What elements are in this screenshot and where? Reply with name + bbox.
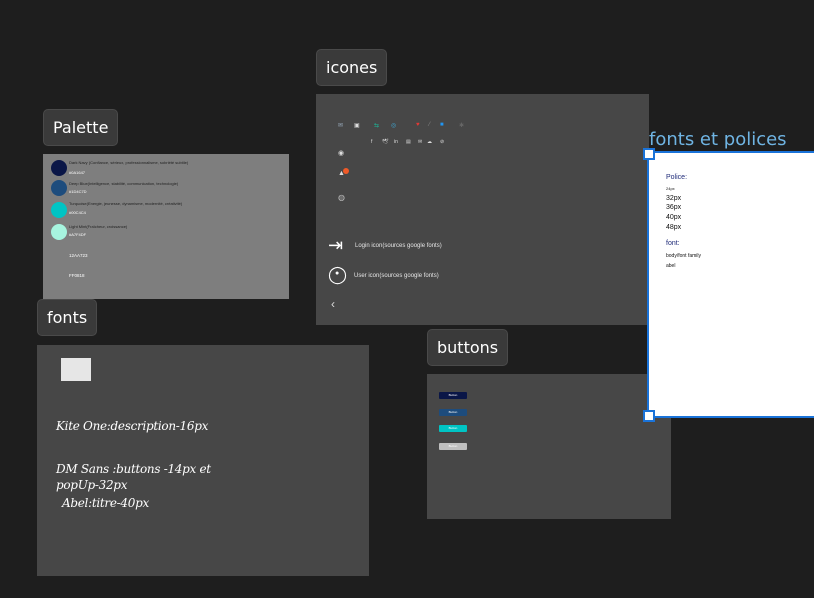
image-icon[interactable]: ▤ [406, 140, 411, 145]
user-icon-label: User icon(sources google fonts) [354, 273, 439, 279]
swatch-turquoise [51, 202, 67, 218]
buttons-frame-label[interactable]: buttons [427, 329, 509, 366]
link-icon[interactable]: ⊘ [440, 140, 444, 145]
font-line-kite-one: Kite One:description-16px [56, 419, 209, 433]
account-circle-icon[interactable]: ◉ [338, 150, 344, 157]
fonts-frame-label[interactable]: fonts [37, 299, 98, 336]
mail-icon[interactable]: ✉ [338, 123, 343, 129]
globe-icon[interactable]: ◍ [338, 194, 345, 202]
extra-color-code: 12AA723 [69, 253, 88, 258]
swatch-hex: #1D4C7D [69, 189, 87, 194]
buttons-frame[interactable]: Button Button Button Button [427, 374, 671, 519]
icones-frame-label[interactable]: icones [316, 49, 388, 86]
police-heading: Police: [666, 174, 688, 181]
chat-icon[interactable]: ◎ [391, 123, 396, 129]
swatch-dark-navy [51, 160, 67, 176]
image-placeholder [61, 358, 91, 381]
swatch-hex: #00C4C4 [69, 210, 86, 215]
resize-handle-bottom-left[interactable] [643, 410, 655, 422]
mail-small-icon[interactable]: ✉ [418, 140, 422, 145]
palette-frame-label[interactable]: Palette [43, 109, 119, 146]
font-line-popup: popUp-32px [56, 478, 128, 492]
user-icon-head: ● [335, 270, 340, 277]
login-icon[interactable]: ⇥ [328, 236, 343, 254]
swatch-label: Light Mint(Fraîcheur, croissance) [69, 224, 128, 229]
size-item: 32px [666, 195, 682, 202]
twitter-icon[interactable]: 🕊 [382, 140, 388, 145]
sample-button-blue[interactable]: Button [439, 409, 467, 416]
settings-icon[interactable]: ✱ [459, 123, 464, 129]
bookmark-icon[interactable]: ■ [440, 122, 444, 128]
cloud-icon[interactable]: ☁ [427, 140, 432, 145]
swatch-label: Turquoise(Energie, jeunesse, dynamisme, … [69, 201, 183, 206]
facebook-icon[interactable]: f [371, 140, 372, 145]
inbox-icon[interactable]: ▣ [354, 123, 360, 129]
swatch-label: Dark Navy (Confiance, sérieux, professio… [69, 160, 189, 165]
size-item: 48px [666, 224, 682, 231]
share-icon[interactable]: ⇆ [374, 123, 379, 129]
resize-handle-top-left[interactable] [643, 148, 655, 160]
sample-button-turquoise[interactable]: Button [439, 425, 467, 432]
font-line-dm-sans: DM Sans :buttons -14px et [56, 462, 211, 476]
fonts-polices-frame[interactable]: Police: 24px 32px 36px 40px 48px font: b… [649, 153, 814, 416]
fonts-polices-frame-label[interactable]: fonts et polices [649, 129, 787, 150]
extra-color-code: FF0818 [69, 273, 85, 278]
sample-button-navy[interactable]: Button [439, 392, 467, 399]
palette-frame[interactable]: Dark Navy (Confiance, sérieux, professio… [43, 154, 289, 299]
linkedin-icon[interactable]: in [394, 140, 398, 145]
swatch-light-mint [51, 224, 67, 240]
pin-icon[interactable]: ⁄ [429, 122, 430, 128]
font-line-abel: Abel:titre-40px [62, 496, 149, 510]
size-item: 40px [666, 214, 682, 221]
swatch-label: Deep Blue(Intelligence, stabilité, commu… [69, 181, 179, 186]
login-icon-label: Login icon(sources google fonts) [355, 243, 442, 249]
swatch-deep-blue [51, 180, 67, 196]
chevron-left-icon[interactable]: ‹ [331, 298, 335, 310]
size-item: 36px [666, 204, 682, 211]
heart-icon[interactable]: ♥ [416, 122, 420, 128]
size-item: 24px [666, 186, 675, 191]
swatch-hex: #0A1647 [69, 170, 86, 175]
fonts-frame[interactable]: Kite One:description-16px DM Sans :butto… [37, 345, 369, 576]
swatch-hex: #A7F4DF [69, 232, 87, 237]
font-item: abel [666, 263, 676, 269]
font-heading: font: [666, 240, 680, 247]
icones-frame[interactable]: ✉ ▣ ⇆ ◎ ♥ ⁄ ■ ✱ f 🕊 in ▤ ✉ ☁ ⊘ ◉ ▲ ◍ ⇥ L… [316, 94, 649, 325]
notification-badge [343, 168, 349, 174]
sample-button-gray[interactable]: Button [439, 443, 467, 450]
font-item: body/font family [666, 253, 702, 259]
